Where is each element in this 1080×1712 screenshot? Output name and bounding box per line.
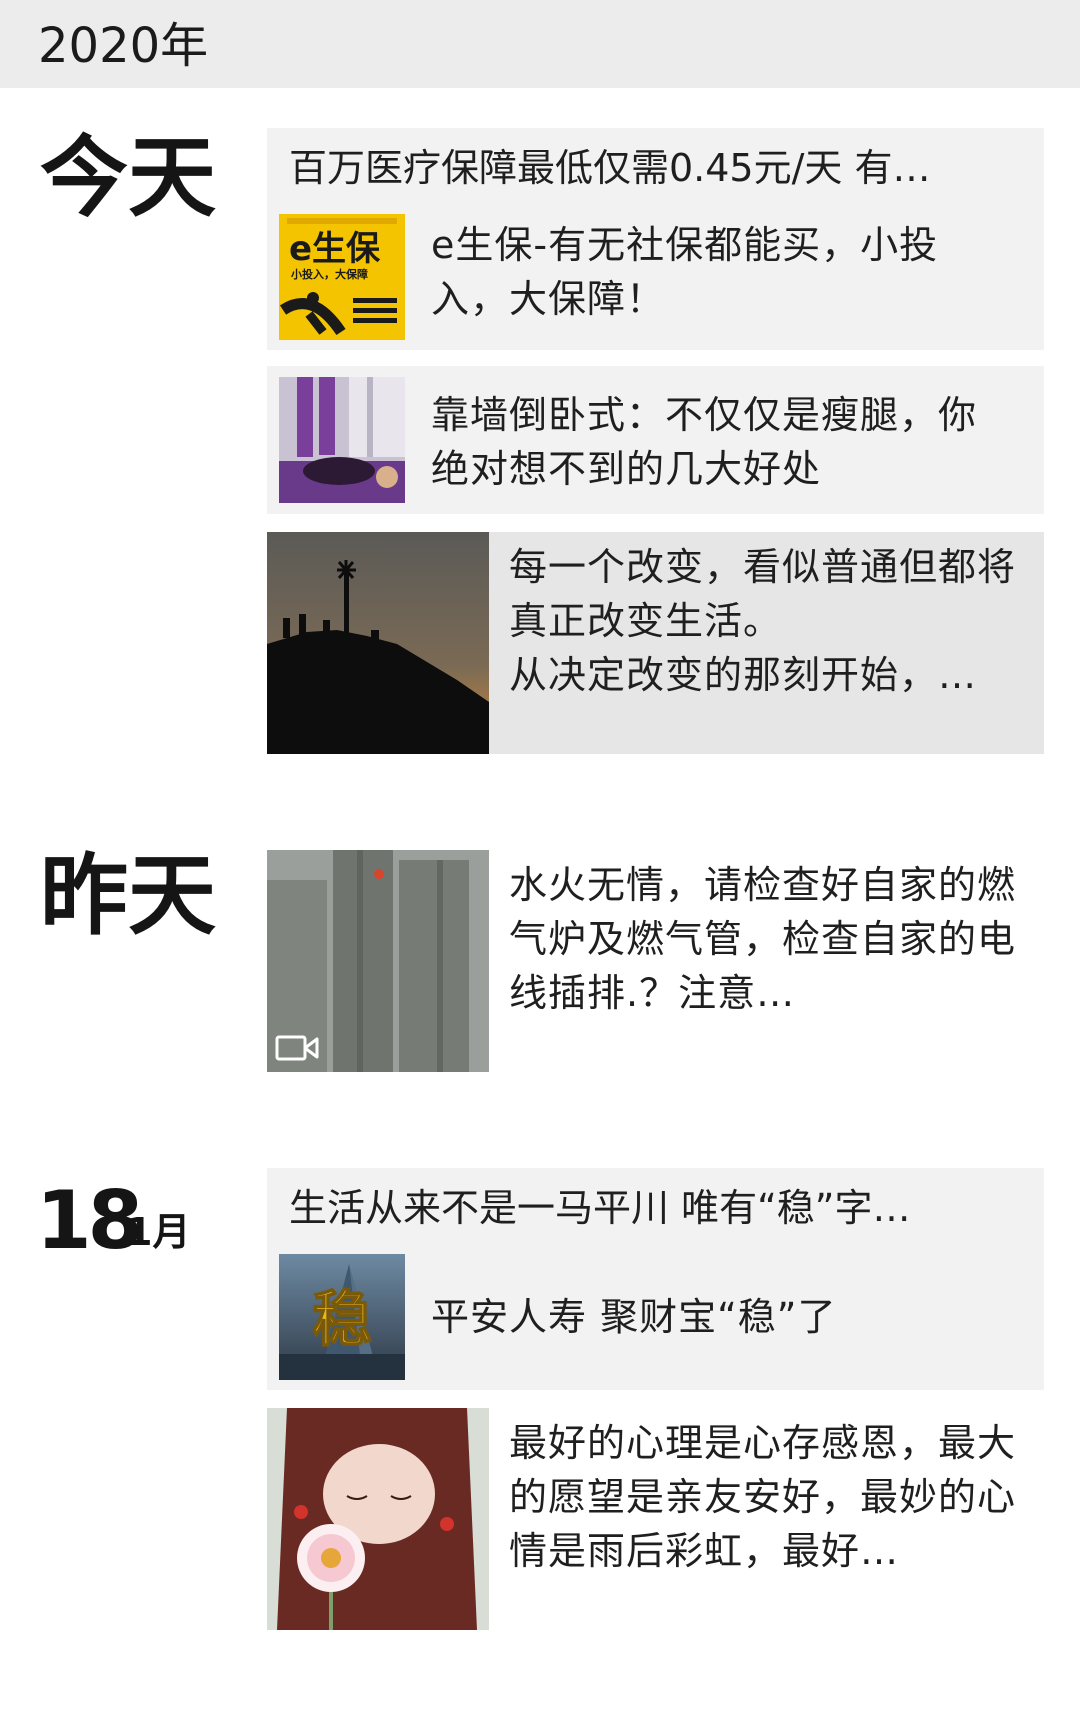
sunset-silhouette-photo (267, 532, 489, 754)
yoga-photo (279, 377, 405, 503)
photo-post[interactable]: 每一个改变，看似普通但都将真正改变生活。 从决定改变的那刻开始，… (267, 532, 1044, 754)
post-title: 生活从来不是一马平川 唯有“稳”字… (289, 1186, 911, 1230)
date-day: 18 (36, 1174, 143, 1267)
video-post[interactable]: 水火无情，请检查好自家的燃气炉及燃气管，检查自家的电线插排.？注意… (267, 850, 1044, 1072)
thumb-char-text: 稳 (312, 1285, 372, 1355)
link-thumbnail: 稳 (279, 1254, 405, 1380)
shared-link-card[interactable]: 靠墙倒卧式：不仅仅是瘦腿，你绝对想不到的几大好处 (267, 366, 1044, 514)
date-month: 1月 (126, 1210, 191, 1254)
insurance-ad-image: e生保 小投入，大保障 (279, 214, 405, 340)
year-label: 2020年 (38, 18, 209, 74)
shared-link-card[interactable]: 百万医疗保障最低仅需0.45元/天 有… e生保 小投入，大保障 e生保-有无社… (267, 128, 1044, 350)
post-text: 最好的心理是心存感恩，最大的愿望是亲友安好，最妙的心情是雨后彩虹，最好… (509, 1421, 1017, 1573)
shared-link-card[interactable]: 生活从来不是一马平川 唯有“稳”字… 稳 平安人寿 聚财宝“稳”了 (267, 1168, 1044, 1390)
post-video-thumbnail (267, 850, 489, 1072)
stable-ad-image: 稳 (279, 1254, 405, 1380)
video-camera-icon (275, 1035, 319, 1061)
year-header: 2020年 (0, 0, 1080, 88)
day-label-today: 今天 (40, 126, 217, 229)
thumb-slogan-text: 小投入，大保障 (290, 267, 368, 281)
post-photo (267, 532, 489, 754)
day-label-yesterday: 昨天 (40, 844, 217, 947)
post-text: 水火无情，请检查好自家的燃气炉及燃气管，检查自家的电线插排.？注意… (509, 863, 1017, 1015)
post-text: 每一个改变，看似普通但都将真正改变生活。 从决定改变的那刻开始，… (509, 545, 1017, 697)
link-thumbnail (279, 377, 405, 503)
link-title: 靠墙倒卧式：不仅仅是瘦腿，你绝对想不到的几大好处 (431, 393, 978, 491)
link-title: 平安人寿 聚财宝“稳”了 (431, 1295, 837, 1339)
girl-with-flower-photo (267, 1408, 489, 1630)
post-title: 百万医疗保障最低仅需0.45元/天 有… (289, 146, 931, 190)
link-title: e生保-有无社保都能买，小投入，大保障！ (431, 223, 939, 321)
post-photo (267, 1408, 489, 1630)
link-thumbnail: e生保 小投入，大保障 (279, 214, 405, 340)
thumb-brand-text: e生保 (289, 229, 381, 269)
photo-post[interactable]: 最好的心理是心存感恩，最大的愿望是亲友安好，最妙的心情是雨后彩虹，最好… (267, 1408, 1044, 1630)
